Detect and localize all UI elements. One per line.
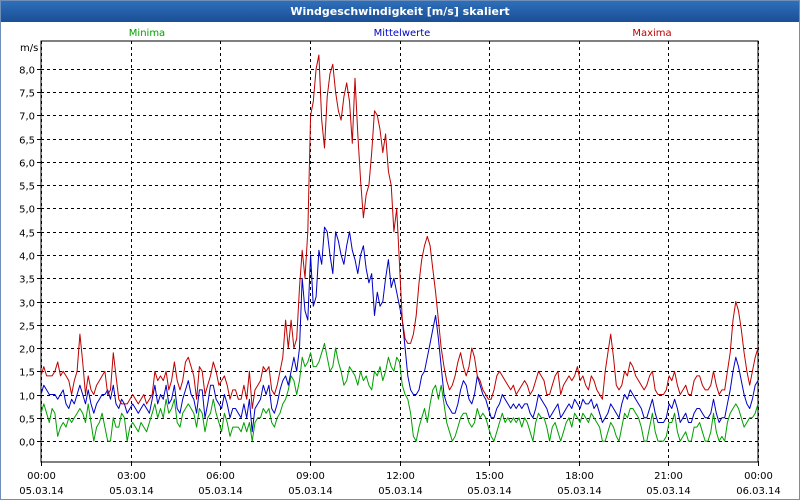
x-tick-date: 06.03.14 bbox=[736, 486, 781, 497]
x-tick-date: 05.03.14 bbox=[378, 486, 423, 497]
y-tick-label: 0,0 bbox=[19, 438, 35, 449]
y-tick-label: 5,0 bbox=[19, 205, 35, 216]
x-tick-time: 00:00 bbox=[27, 471, 56, 482]
y-tick-label: 3,5 bbox=[19, 275, 35, 286]
legend-mittelwerte: Mittelwerte bbox=[374, 28, 431, 39]
y-tick-label: 1,5 bbox=[19, 368, 35, 379]
wind-speed-chart: 0,0 0,5 1,0 1,5 2,0 2,5 3,0 3,5 4,0 4,5 5,0 5,5 6,0 6… bbox=[19, 28, 781, 497]
x-tick-time: 06:00 bbox=[206, 471, 235, 482]
y-tick-label: 5,5 bbox=[19, 182, 35, 193]
x-tick-date: 05.03.14 bbox=[467, 486, 512, 497]
y-tick-label: 1,0 bbox=[19, 392, 35, 403]
x-tick-date: 05.03.14 bbox=[288, 486, 333, 497]
y-tick-label: 7,0 bbox=[19, 112, 35, 123]
x-tick-time: 00:00 bbox=[744, 471, 773, 482]
y-tick-label: 2,0 bbox=[19, 345, 35, 356]
y-tick-label: 2,5 bbox=[19, 322, 35, 333]
y-tick-label: 8,0 bbox=[19, 66, 35, 77]
x-tick-time: 15:00 bbox=[475, 471, 504, 482]
y-tick-label: 0,5 bbox=[19, 415, 35, 426]
y-tick-label: 7,5 bbox=[19, 89, 35, 100]
x-tick-time: 21:00 bbox=[654, 471, 683, 482]
y-axis-ticks: 0,0 0,5 1,0 1,5 2,0 2,5 3,0 3,5 4,0 4,5 5,0 5,5 6,0 6… bbox=[19, 66, 41, 449]
x-tick-date: 05.03.14 bbox=[557, 486, 602, 497]
legend: Minima Mittelwerte Maxima bbox=[129, 28, 672, 39]
x-tick-time: 12:00 bbox=[386, 471, 415, 482]
x-tick-time: 18:00 bbox=[565, 471, 594, 482]
x-tick-time: 03:00 bbox=[117, 471, 146, 482]
y-tick-label: 6,0 bbox=[19, 159, 35, 170]
x-tick-date: 05.03.14 bbox=[109, 486, 154, 497]
x-tick-date: 05.03.14 bbox=[198, 486, 243, 497]
y-tick-label: 4,5 bbox=[19, 229, 35, 240]
plot-area bbox=[40, 40, 759, 463]
x-axis-ticks: 00:00 05.03.14 03:00 05.03.14 06:00 05.03.14 0… bbox=[19, 462, 781, 497]
y-tick-label: 3,0 bbox=[19, 299, 35, 310]
chart-window: Windgeschwindigkeit [m/s] skaliert 0,0 0,… bbox=[0, 0, 800, 500]
legend-minima: Minima bbox=[129, 28, 165, 39]
x-tick-date: 05.03.14 bbox=[646, 486, 691, 497]
y-tick-label: 6,5 bbox=[19, 136, 35, 147]
x-tick-time: 09:00 bbox=[296, 471, 325, 482]
legend-maxima: Maxima bbox=[632, 28, 671, 39]
x-tick-date: 05.03.14 bbox=[19, 486, 64, 497]
y-axis-label: m/s bbox=[20, 43, 38, 54]
y-tick-label: 4,0 bbox=[19, 252, 35, 263]
